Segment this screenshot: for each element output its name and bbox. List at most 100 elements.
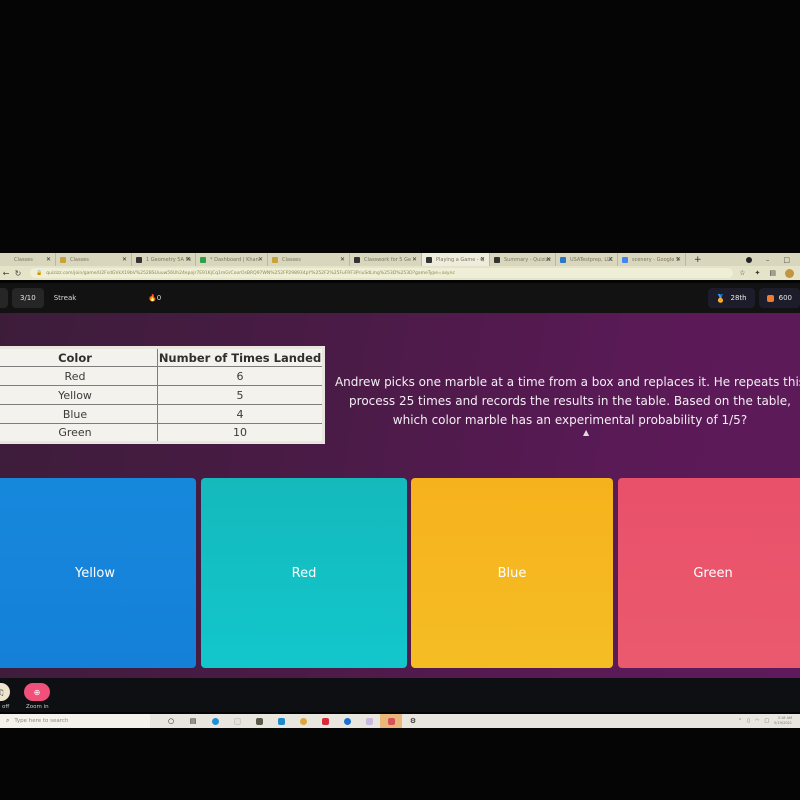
minimize-icon[interactable]: – bbox=[766, 256, 770, 264]
menu-button[interactable] bbox=[0, 288, 8, 308]
table-cell-count: 4 bbox=[157, 404, 324, 424]
mail-icon[interactable] bbox=[270, 714, 292, 728]
cortana-icon[interactable]: ○ bbox=[160, 714, 182, 728]
app-red-icon[interactable] bbox=[314, 714, 336, 728]
url-text: quizizz.com/join/game/U2FsdGVkX19bV%252B… bbox=[46, 270, 455, 276]
table-header-count: Number of Times Landed bbox=[157, 347, 324, 367]
question-text: Andrew picks one marble at a time from a… bbox=[334, 375, 800, 427]
tray-chevron-up-icon[interactable]: ⌃ bbox=[738, 718, 742, 724]
tab-label: Classes bbox=[14, 256, 33, 263]
bookmark-star-icon[interactable]: ☆ bbox=[739, 269, 745, 277]
score-icon bbox=[766, 294, 774, 302]
taskbar-search[interactable]: ⌕ Type here to search bbox=[0, 714, 150, 728]
table-row: Blue 4 bbox=[0, 404, 324, 424]
tab-favicon-icon bbox=[4, 256, 10, 263]
app-purple-icon[interactable] bbox=[358, 714, 380, 728]
table-cell-color: Red bbox=[0, 366, 158, 386]
network-icon[interactable]: ◠ bbox=[755, 718, 759, 724]
zoom-in-label: Zoom in bbox=[26, 704, 49, 710]
tab-favicon-icon bbox=[272, 256, 278, 263]
url-field[interactable]: 🔒 quizizz.com/join/game/U2FsdGVkX19bV%25… bbox=[30, 268, 734, 278]
toggle-off-button[interactable]: ♫ bbox=[0, 683, 10, 701]
battery-icon[interactable]: ▯ bbox=[747, 718, 750, 724]
taskbar-search-placeholder: Type here to search bbox=[14, 718, 69, 724]
tab-label: Classwork for 5 Ge bbox=[364, 256, 412, 263]
tab-close-icon[interactable]: ✕ bbox=[608, 256, 613, 263]
tab-label: scenery - Google S bbox=[632, 256, 680, 263]
browser-tab[interactable]: Playing a Game - Q ✕ bbox=[422, 253, 490, 266]
table-cell-color: Green bbox=[0, 423, 158, 443]
table-cell-count: 5 bbox=[157, 385, 324, 405]
tab-close-icon[interactable]: ✕ bbox=[186, 256, 191, 263]
app-orange-icon[interactable] bbox=[380, 714, 402, 728]
streak-label: Streak bbox=[53, 294, 77, 302]
profile-avatar[interactable] bbox=[785, 268, 794, 278]
browser-tab[interactable]: Classwork for 5 Ge ✕ bbox=[350, 253, 422, 266]
settings-gear-icon[interactable]: ⚙ bbox=[402, 714, 424, 728]
maximize-icon[interactable]: □ bbox=[783, 256, 790, 264]
answer-option-4[interactable]: Green bbox=[618, 478, 800, 668]
display-icon[interactable]: □ bbox=[764, 718, 769, 724]
answer-option-2[interactable]: Red bbox=[201, 478, 407, 668]
task-view-icon[interactable]: ▤ bbox=[182, 714, 204, 728]
answer-label: Green bbox=[693, 565, 733, 581]
tab-close-icon[interactable]: ✕ bbox=[480, 256, 485, 263]
tab-close-icon[interactable]: ✕ bbox=[546, 256, 551, 263]
tab-favicon-icon bbox=[60, 256, 66, 263]
browser-tab[interactable]: Classes ✕ bbox=[56, 253, 132, 266]
tab-close-icon[interactable]: ✕ bbox=[412, 256, 417, 263]
table-cell-color: Blue bbox=[0, 404, 158, 424]
reload-icon[interactable]: ↻ bbox=[12, 269, 24, 278]
media-player-icon[interactable] bbox=[336, 714, 358, 728]
zoom-in-button[interactable]: ⊕ bbox=[24, 683, 50, 701]
question-progress: 3/10 bbox=[12, 288, 44, 308]
mouse-cursor-icon: ▲ bbox=[583, 428, 590, 437]
score-text: 600 bbox=[778, 294, 792, 302]
toggle-off-label: off bbox=[2, 704, 10, 710]
table-cell-count: 10 bbox=[157, 423, 324, 443]
media-icon[interactable]: ▤ bbox=[769, 269, 776, 277]
browser-tab[interactable]: scenery - Google S ✕ bbox=[618, 253, 686, 266]
browser-tab[interactable]: Summary - Quizizz ✕ bbox=[490, 253, 556, 266]
table-header-row: Color Number of Times Landed bbox=[0, 347, 324, 367]
tab-favicon-icon bbox=[622, 256, 628, 263]
file-icon[interactable] bbox=[226, 714, 248, 728]
answer-option-1[interactable]: Yellow bbox=[0, 478, 196, 668]
browser-tab[interactable]: Classes ✕ bbox=[0, 253, 56, 266]
tab-favicon-icon bbox=[560, 256, 566, 263]
answer-label: Yellow bbox=[74, 565, 116, 581]
tab-label: 1 Geometry 5A Mo bbox=[146, 256, 191, 263]
answer-option-3[interactable]: Blue bbox=[411, 478, 613, 668]
tab-favicon-icon bbox=[426, 256, 432, 263]
chrome-icon[interactable] bbox=[292, 714, 314, 728]
streak-count: 🔥0 bbox=[148, 294, 162, 302]
tab-label: Classes bbox=[70, 256, 89, 263]
browser-tab[interactable]: * Dashboard | Khan ✕ bbox=[196, 253, 268, 266]
tab-close-icon[interactable]: ✕ bbox=[122, 256, 127, 263]
screen: Classes ✕ Classes ✕ 1 Geometry 5A Mo ✕ * Dashb… bbox=[0, 0, 800, 800]
store-icon[interactable] bbox=[248, 714, 270, 728]
browser-tab[interactable]: USATestprep, LLC - ✕ bbox=[556, 253, 618, 266]
new-tab-button[interactable]: + bbox=[686, 255, 710, 265]
browser-tab[interactable]: Classes ✕ bbox=[268, 253, 350, 266]
browser-tabstrip: Classes ✕ Classes ✕ 1 Geometry 5A Mo ✕ * Dashb… bbox=[0, 253, 800, 266]
window-controls: – □ bbox=[745, 256, 800, 264]
edge-icon[interactable] bbox=[204, 714, 226, 728]
tab-close-icon[interactable]: ✕ bbox=[340, 256, 345, 263]
back-icon[interactable]: ← bbox=[0, 269, 12, 278]
tab-label: Playing a Game - Q bbox=[436, 256, 485, 263]
score-badge: 600 bbox=[758, 288, 800, 308]
zoom-in-icon: ⊕ bbox=[33, 687, 41, 697]
chrome-menu-icon[interactable] bbox=[745, 256, 752, 263]
extensions-icon[interactable]: ✦ bbox=[755, 269, 761, 277]
tab-close-icon[interactable]: ✕ bbox=[46, 256, 51, 263]
windows-taskbar: ⌕ Type here to search ○ ▤ ⚙ ⌃ ▯ ◠ □ 3:18… bbox=[0, 714, 800, 728]
tab-close-icon[interactable]: ✕ bbox=[258, 256, 263, 263]
quiz-header: 3/10 Streak 🔥0 🏅 28th 600 bbox=[0, 283, 800, 313]
tab-close-icon[interactable]: ✕ bbox=[676, 256, 681, 263]
taskbar-clock[interactable]: 3:18 AM 5/19/2021 bbox=[774, 716, 792, 726]
browser-tab[interactable]: 1 Geometry 5A Mo ✕ bbox=[132, 253, 196, 266]
data-table: Color Number of Times Landed Red 6 Yello… bbox=[0, 346, 325, 444]
table-row: Green 10 bbox=[0, 423, 324, 443]
clock-date: 5/19/2021 bbox=[774, 721, 792, 725]
